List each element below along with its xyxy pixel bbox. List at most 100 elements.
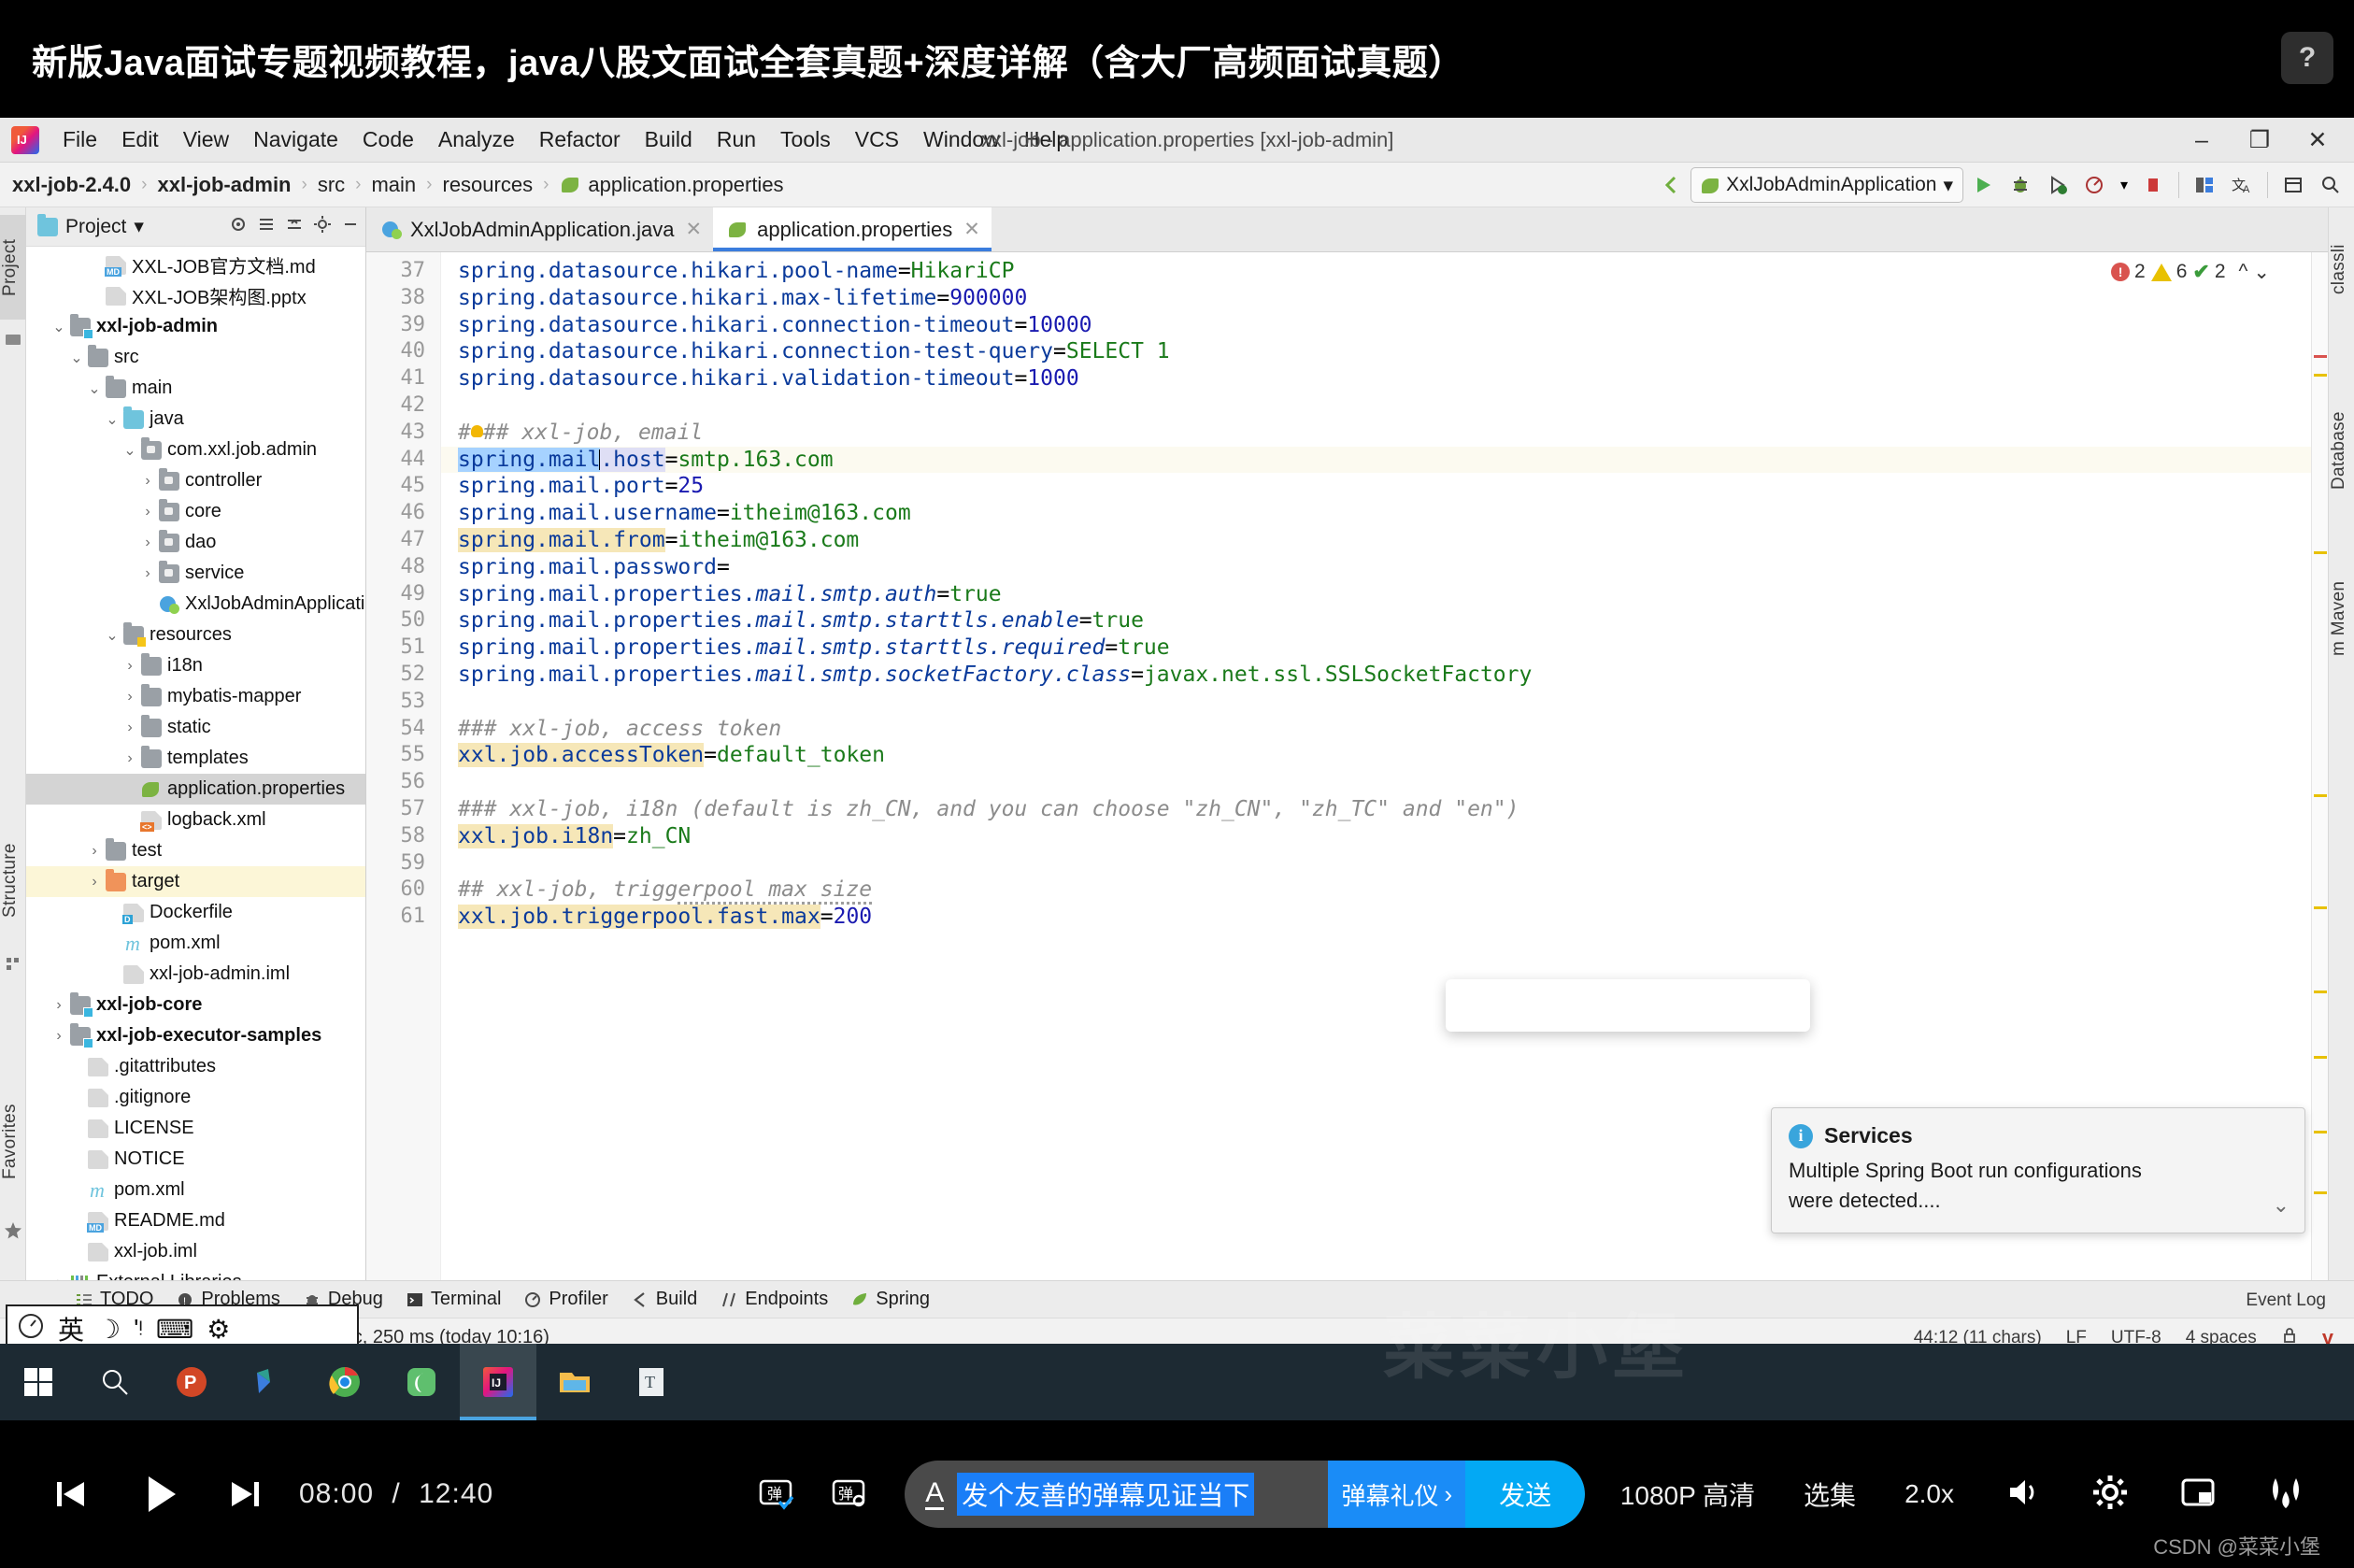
chevron-right-icon[interactable]: ›: [138, 565, 157, 582]
breadcrumb-item-4[interactable]: resources: [443, 173, 534, 197]
tree-node-logback-xml[interactable]: <> logback.xml: [26, 805, 365, 835]
sidebar-tab-structure[interactable]: Structure: [0, 824, 26, 936]
chevron-down-icon[interactable]: ⌄: [103, 626, 121, 645]
close-icon[interactable]: ✕: [686, 218, 703, 241]
code-line-58[interactable]: xxl.job.i18n=zh_CN: [441, 823, 2311, 850]
ime-settings-icon[interactable]: ⚙: [207, 1314, 230, 1345]
chevron-down-icon[interactable]: ⌄: [103, 410, 121, 429]
taskbar-powerpoint-icon[interactable]: P: [153, 1344, 230, 1420]
search-icon[interactable]: [2313, 167, 2348, 203]
menu-analyze[interactable]: Analyze: [426, 124, 527, 155]
back-arrow-icon[interactable]: [1653, 167, 1689, 203]
minimize-button[interactable]: –: [2173, 120, 2231, 161]
run-button[interactable]: [1965, 167, 2001, 203]
sidebar-tab-classli[interactable]: classli: [2329, 213, 2354, 325]
ime-language-toggle[interactable]: 英: [58, 1310, 84, 1344]
tree-node-mybatis-mapper[interactable]: › mybatis-mapper: [26, 681, 365, 712]
code-line-42[interactable]: [441, 392, 2311, 420]
tree-node-notice[interactable]: NOTICE: [26, 1144, 365, 1175]
hide-icon[interactable]: [341, 215, 360, 238]
taskbar-explorer-icon[interactable]: [536, 1344, 613, 1420]
tree-node-resources[interactable]: ⌄ resources: [26, 620, 365, 650]
ime-punctuation-icon[interactable]: 'ᵎ: [134, 1314, 143, 1344]
menu-tools[interactable]: Tools: [768, 124, 843, 155]
fullscreen-icon[interactable]: [2266, 1473, 2305, 1517]
chevron-right-icon[interactable]: ›: [138, 473, 157, 490]
tool-window-build[interactable]: Build: [621, 1287, 706, 1312]
menu-file[interactable]: File: [50, 124, 109, 155]
profile-button[interactable]: [2077, 167, 2113, 203]
tree-node-xxl-job-md[interactable]: MD XXL-JOB官方文档.md: [26, 249, 365, 280]
tool-window-terminal[interactable]: Terminal: [396, 1287, 511, 1312]
tree-node-main[interactable]: ⌄ main: [26, 373, 365, 404]
taskbar-chrome-icon[interactable]: [307, 1344, 383, 1420]
expand-all-icon[interactable]: [257, 215, 276, 238]
youdao-icon[interactable]: y: [2322, 1326, 2333, 1345]
tree-node-application-properties[interactable]: application.properties: [26, 774, 365, 805]
danmu-etiquette-button[interactable]: 弹幕礼仪 ›: [1328, 1461, 1466, 1528]
play-button[interactable]: [135, 1469, 185, 1519]
ime-keyboard-icon[interactable]: ⌨: [156, 1314, 193, 1345]
danmu-input[interactable]: 发个友善的弹幕见证当下: [957, 1473, 1255, 1516]
chevron-right-icon[interactable]: ›: [50, 997, 68, 1014]
taskbar-app-icon[interactable]: [230, 1344, 307, 1420]
tree-node-external-libraries[interactable]: ›External Libraries: [26, 1267, 365, 1280]
close-icon[interactable]: ✕: [963, 218, 980, 241]
tree-node-com-xxl-job-admin[interactable]: ⌄ com.xxl.job.admin: [26, 435, 365, 465]
gear-icon[interactable]: [313, 215, 332, 238]
run-with-coverage-button[interactable]: [2040, 167, 2076, 203]
chevron-right-icon[interactable]: ›: [121, 658, 139, 675]
help-button[interactable]: ?: [2281, 32, 2333, 84]
taskbar-app2-icon[interactable]: [383, 1344, 460, 1420]
tree-node-pom-xml[interactable]: pom.xml: [26, 928, 365, 959]
sidebar-tab-favorites[interactable]: Favorites: [0, 1086, 26, 1198]
tree-node-xxljobadminapplication[interactable]: XxlJobAdminApplication: [26, 589, 365, 620]
tree-node-static[interactable]: › static: [26, 712, 365, 743]
breadcrumb-item-1[interactable]: xxl-job-admin: [157, 173, 291, 197]
tool-window-spring[interactable]: Spring: [841, 1287, 939, 1312]
chevron-down-icon[interactable]: ⌄: [85, 379, 104, 398]
chevron-right-icon[interactable]: ›: [50, 1028, 68, 1045]
sidebar-tab-project[interactable]: Project: [0, 215, 26, 320]
stop-button[interactable]: [2135, 167, 2171, 203]
tree-node-controller[interactable]: › controller: [26, 465, 365, 496]
pip-icon[interactable]: [2178, 1473, 2218, 1517]
taskbar-search-icon[interactable]: [77, 1344, 153, 1420]
menu-run[interactable]: Run: [705, 124, 768, 155]
tree-node-license[interactable]: LICENSE: [26, 1113, 365, 1144]
menu-refactor[interactable]: Refactor: [527, 124, 633, 155]
chevron-down-icon[interactable]: ⌄: [121, 441, 139, 460]
line-separator[interactable]: LF: [2066, 1328, 2087, 1345]
code-line-54[interactable]: ### xxl-job, access token: [441, 716, 2311, 743]
next-button[interactable]: [222, 1472, 267, 1517]
file-encoding[interactable]: UTF-8: [2111, 1328, 2161, 1345]
tree-node-readme-md[interactable]: MD README.md: [26, 1205, 365, 1236]
breadcrumb-item-3[interactable]: main: [371, 173, 416, 197]
tree-node-service[interactable]: › service: [26, 558, 365, 589]
indent-setting[interactable]: 4 spaces: [2186, 1328, 2257, 1345]
layout-icon[interactable]: [2276, 167, 2311, 203]
chevron-down-icon[interactable]: ▾: [134, 215, 144, 238]
breadcrumb-item-0[interactable]: xxl-job-2.4.0: [12, 173, 131, 197]
tree-node-xxl-job-iml[interactable]: xxl-job.iml: [26, 1236, 365, 1267]
tree-node-gitignore[interactable]: .gitignore: [26, 1082, 365, 1113]
tree-node-core[interactable]: › core: [26, 496, 365, 527]
collapse-all-icon[interactable]: [285, 215, 304, 238]
code-line-56[interactable]: [441, 769, 2311, 796]
sidebar-tab-database[interactable]: Database: [2329, 385, 2354, 516]
tree-node-dao[interactable]: › dao: [26, 527, 365, 558]
tree-node-templates[interactable]: › templates: [26, 743, 365, 774]
tree-node-xxl-job-pptx[interactable]: XXL-JOB架构图.pptx: [26, 280, 365, 311]
lock-icon[interactable]: [2281, 1327, 2298, 1345]
code-line-52[interactable]: spring.mail.properties.mail.smtp.socketF…: [441, 662, 2311, 689]
chevron-down-icon[interactable]: ⌄: [2273, 1193, 2290, 1218]
tree-node-gitattributes[interactable]: .gitattributes: [26, 1051, 365, 1082]
code-line-43[interactable]: # ## xxl-job, email: [441, 420, 2311, 447]
chevron-right-icon[interactable]: ›: [138, 535, 157, 551]
locate-icon[interactable]: [229, 215, 248, 238]
sidebar-tab-maven[interactable]: m Maven: [2329, 563, 2354, 675]
speed-selector[interactable]: 2.0x: [1905, 1479, 1954, 1509]
menu-code[interactable]: Code: [350, 124, 426, 155]
tab-xxljobadminapplication-java[interactable]: XxlJobAdminApplication.java ✕: [366, 207, 713, 251]
tree-node-test[interactable]: › test: [26, 835, 365, 866]
